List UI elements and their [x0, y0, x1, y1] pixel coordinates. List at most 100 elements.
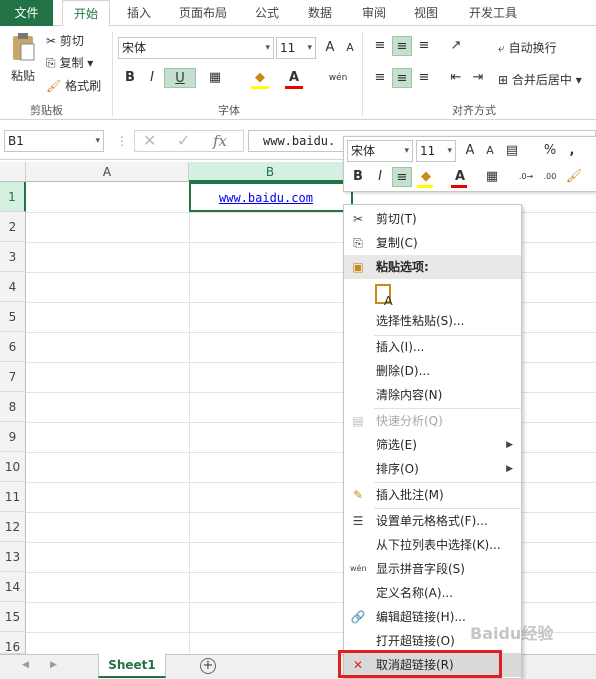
- mini-shrink-font-icon[interactable]: A: [480, 141, 500, 161]
- tab-data[interactable]: 数据: [298, 0, 342, 26]
- menu-define-name[interactable]: 定义名称(A)...: [344, 581, 521, 605]
- shrink-font-button[interactable]: A: [340, 38, 360, 58]
- bold-button[interactable]: B: [120, 68, 140, 88]
- copy-button[interactable]: ⎘ 复制 ▾: [46, 54, 93, 71]
- grow-font-button[interactable]: A: [320, 38, 340, 58]
- mini-italic-button[interactable]: I: [370, 167, 390, 187]
- row-header-3[interactable]: 3: [0, 242, 26, 272]
- mini-size-select[interactable]: 11: [416, 140, 456, 162]
- row-header-1[interactable]: 1: [0, 182, 26, 212]
- italic-button[interactable]: I: [142, 68, 162, 88]
- merge-center-button[interactable]: ⊞ 合并后居中 ▾: [498, 71, 582, 88]
- function-icon[interactable]: fx: [213, 132, 227, 150]
- font-name-select[interactable]: 宋体: [118, 37, 274, 59]
- enter-icon[interactable]: ✓: [177, 131, 190, 150]
- scroll-left-icon[interactable]: ◀: [22, 660, 29, 670]
- font-color-icon[interactable]: A: [284, 68, 304, 88]
- align-bottom-icon[interactable]: ≡: [414, 36, 434, 56]
- menu-clear-contents[interactable]: 清除内容(N): [344, 383, 521, 407]
- menu-insert-label: 插入(I)...: [376, 340, 425, 354]
- column-header-b[interactable]: B: [189, 162, 352, 182]
- mini-fill-color-icon[interactable]: ◆: [416, 167, 436, 187]
- menu-sort[interactable]: 排序(O) ▶: [344, 457, 521, 481]
- row-header-7[interactable]: 7: [0, 362, 26, 392]
- align-center-icon[interactable]: ≡: [392, 68, 412, 88]
- align-top-icon[interactable]: ≡: [370, 36, 390, 56]
- selected-cell-b1[interactable]: www.baidu.com: [189, 182, 353, 212]
- decrease-indent-icon[interactable]: ⇤: [446, 68, 466, 88]
- name-box[interactable]: B1: [4, 130, 104, 152]
- mini-percent-button[interactable]: %: [540, 141, 560, 161]
- row-header-5[interactable]: 5: [0, 302, 26, 332]
- menu-format-cells[interactable]: ☰ 设置单元格格式(F)...: [344, 509, 521, 533]
- add-sheet-button[interactable]: +: [200, 658, 216, 674]
- underline-button[interactable]: U: [164, 68, 196, 88]
- menu-delete[interactable]: 删除(D)...: [344, 359, 521, 383]
- mini-bold-button[interactable]: B: [348, 167, 368, 187]
- align-right-icon[interactable]: ≡: [414, 68, 434, 88]
- align-left-icon[interactable]: ≡: [370, 68, 390, 88]
- wrap-text-button[interactable]: ⤶ 自动换行: [498, 39, 557, 56]
- mini-format-painter-icon[interactable]: 🖌: [564, 167, 584, 187]
- mini-increase-decimal-icon[interactable]: .0→: [516, 167, 536, 187]
- menu-insert[interactable]: 插入(I)...: [344, 335, 521, 359]
- menu-copy-label: 复制(C): [376, 236, 418, 250]
- mini-center-icon[interactable]: ≡: [392, 167, 412, 187]
- sheet-tab-sheet1[interactable]: Sheet1: [98, 654, 166, 678]
- menu-insert-comment[interactable]: ✎ 插入批注(M): [344, 483, 521, 507]
- tab-formulas[interactable]: 公式: [245, 0, 289, 26]
- cancel-icon[interactable]: ✕: [143, 131, 156, 150]
- menu-define-label: 定义名称(A)...: [376, 586, 454, 600]
- tab-review[interactable]: 审阅: [352, 0, 396, 26]
- mini-font-select[interactable]: 宋体: [347, 140, 413, 162]
- row-header-14[interactable]: 14: [0, 572, 26, 602]
- tab-view[interactable]: 视图: [404, 0, 448, 26]
- tab-developer[interactable]: 开发工具: [460, 0, 526, 26]
- orientation-icon[interactable]: ↗: [446, 36, 466, 56]
- row-header-15[interactable]: 15: [0, 602, 26, 632]
- mini-font-color-icon[interactable]: A: [450, 167, 470, 187]
- select-all-corner[interactable]: [0, 162, 26, 182]
- row-header-8[interactable]: 8: [0, 392, 26, 422]
- row-header-13[interactable]: 13: [0, 542, 26, 572]
- tab-home[interactable]: 开始: [62, 0, 110, 27]
- menu-pick-label: 从下拉列表中选择(K)...: [376, 538, 501, 552]
- row-header-16[interactable]: 16: [0, 632, 26, 654]
- menu-filter[interactable]: 筛选(E) ▶: [344, 433, 521, 457]
- tab-page-layout[interactable]: 页面布局: [170, 0, 236, 26]
- borders-icon[interactable]: ▦: [205, 68, 225, 88]
- mini-grow-font-icon[interactable]: A: [460, 141, 480, 161]
- row-header-10[interactable]: 10: [0, 452, 26, 482]
- mini-decrease-decimal-icon[interactable]: .00: [540, 167, 560, 187]
- row-header-11[interactable]: 11: [0, 482, 26, 512]
- menu-pick-from-list[interactable]: 从下拉列表中选择(K)...: [344, 533, 521, 557]
- row-header-2[interactable]: 2: [0, 212, 26, 242]
- tab-file[interactable]: 文件: [0, 0, 53, 26]
- mini-number-format-icon[interactable]: ▤: [502, 141, 522, 161]
- row-header-6[interactable]: 6: [0, 332, 26, 362]
- hyperlink-cell[interactable]: www.baidu.com: [219, 191, 313, 205]
- pinyin-icon[interactable]: wén: [328, 68, 348, 88]
- mini-font-color-swatch: [451, 185, 467, 188]
- menu-paste-special[interactable]: 选择性粘贴(S)...: [344, 309, 521, 333]
- svg-text:A: A: [384, 293, 393, 307]
- menu-cut[interactable]: ✂ 剪切(T): [344, 207, 521, 231]
- row-header-9[interactable]: 9: [0, 422, 26, 452]
- fill-color-icon[interactable]: ◆: [250, 68, 270, 88]
- scroll-right-icon[interactable]: ▶: [50, 660, 57, 670]
- menu-show-pinyin[interactable]: wén 显示拼音字段(S): [344, 557, 521, 581]
- format-painter-button[interactable]: 🖌 格式刷: [46, 77, 101, 94]
- column-header-a[interactable]: A: [26, 162, 189, 182]
- row-header-12[interactable]: 12: [0, 512, 26, 542]
- row-header-4[interactable]: 4: [0, 272, 26, 302]
- font-size-select[interactable]: 11: [276, 37, 316, 59]
- tab-insert[interactable]: 插入: [117, 0, 161, 26]
- paste-button[interactable]: 粘贴: [8, 32, 38, 96]
- align-middle-icon[interactable]: ≡: [392, 36, 412, 56]
- mini-borders-icon[interactable]: ▦: [482, 167, 502, 187]
- paste-option-icon[interactable]: A: [374, 283, 396, 308]
- mini-comma-button[interactable]: ,: [562, 141, 582, 161]
- increase-indent-icon[interactable]: ⇥: [468, 68, 488, 88]
- menu-copy[interactable]: ⎘ 复制(C): [344, 231, 521, 255]
- cut-button[interactable]: ✂ 剪切: [46, 32, 84, 49]
